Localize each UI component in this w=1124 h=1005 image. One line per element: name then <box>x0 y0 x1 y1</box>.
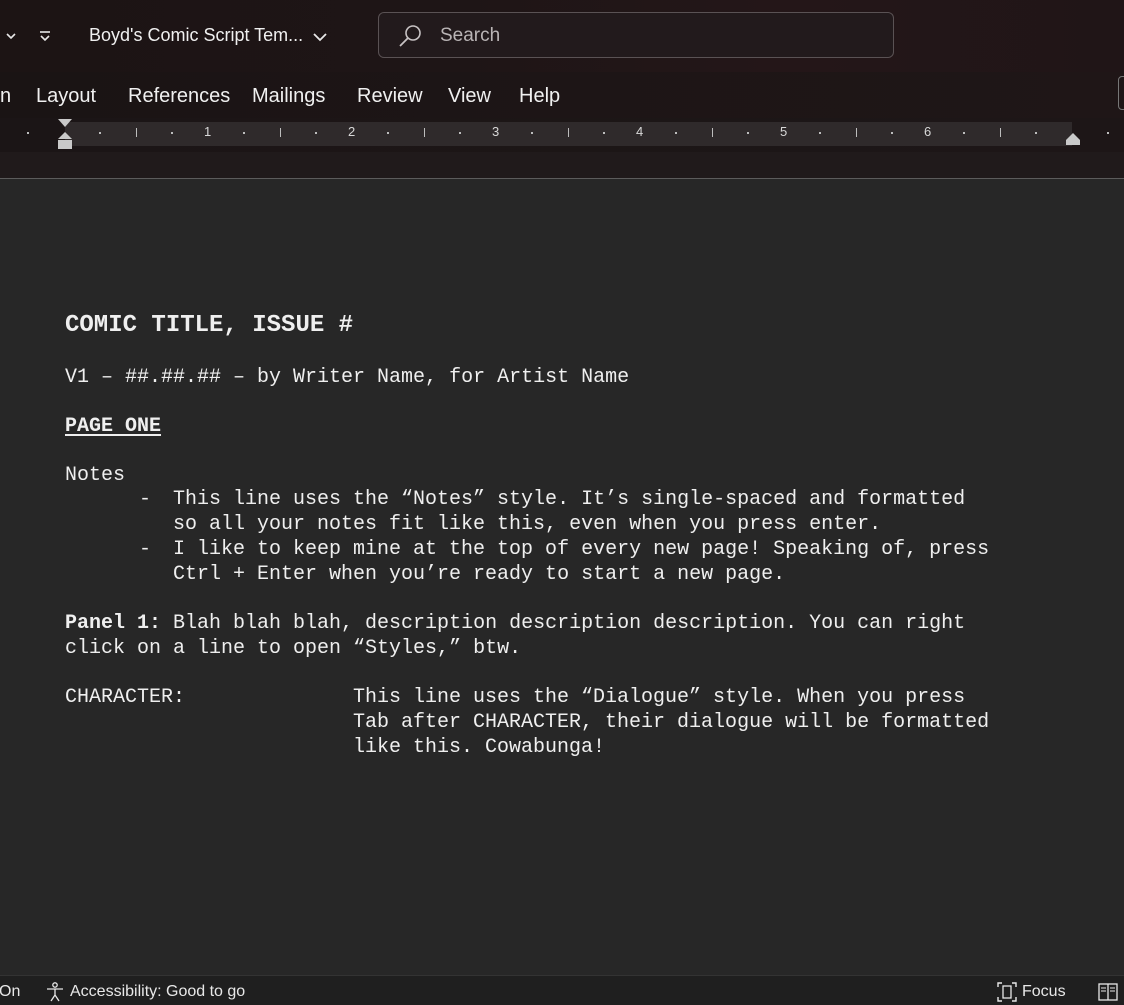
customize-quick-access-icon[interactable] <box>38 26 52 46</box>
doc-byline[interactable]: V1 – ##.##.## – by Writer Name, for Arti… <box>65 365 629 390</box>
note-line[interactable]: I like to keep mine at the top of every … <box>173 537 989 562</box>
tab-references[interactable]: References <box>128 85 230 108</box>
ruler-tick <box>136 128 137 137</box>
ruler-tick <box>459 132 461 134</box>
ruler-tick <box>963 132 965 134</box>
tab-review[interactable]: Review <box>357 85 423 108</box>
tab-view[interactable]: View <box>448 85 491 108</box>
panel-label: Panel 1: <box>65 612 162 635</box>
tab-help[interactable]: Help <box>519 85 560 108</box>
ruler-tick <box>27 132 29 134</box>
title-bar: Boyd's Comic Script Tem... Search <box>0 0 1124 72</box>
search-icon <box>399 25 421 47</box>
ruler-tick <box>568 128 569 137</box>
status-fragment[interactable]: On <box>0 983 20 1001</box>
read-mode-icon[interactable] <box>1097 981 1119 1003</box>
panel-description: Blah blah blah, description description … <box>161 612 966 635</box>
ruler-tick <box>675 132 677 134</box>
focus-button[interactable]: Focus <box>1022 983 1066 1001</box>
ruler-tick <box>243 132 245 134</box>
panel-line[interactable]: Panel 1: Blah blah blah, description des… <box>65 611 965 636</box>
notes-label[interactable]: Notes <box>65 463 125 488</box>
note-line[interactable]: Ctrl + Enter when you’re ready to start … <box>173 562 785 587</box>
ruler-tick <box>712 128 713 137</box>
accessibility-status[interactable]: Accessibility: Good to go <box>70 983 245 1001</box>
chevron-down-icon[interactable] <box>311 28 329 46</box>
note-line[interactable]: so all your notes fit like this, even wh… <box>173 512 881 537</box>
bullet-dash: - <box>139 488 152 511</box>
dialogue-line[interactable]: like this. Cowabunga! <box>353 735 605 760</box>
dialogue-line[interactable]: Tab after CHARACTER, their dialogue will… <box>353 710 989 735</box>
panel-line[interactable]: click on a line to open “Styles,” btw. <box>65 636 521 661</box>
ruler-number: 6 <box>924 124 932 139</box>
ruler-number: 2 <box>348 124 356 139</box>
tab-layout[interactable]: Layout <box>36 85 96 108</box>
search-placeholder: Search <box>440 25 501 46</box>
ruler-tick <box>315 132 317 134</box>
ruler-tick <box>1107 132 1109 134</box>
tab-partial[interactable]: n <box>0 85 11 108</box>
ruler-tick <box>280 128 281 137</box>
ruler-tick <box>99 132 101 134</box>
character-name[interactable]: CHARACTER: <box>65 685 185 710</box>
focus-icon[interactable] <box>996 981 1018 1003</box>
status-bar: On Accessibility: Good to go Focus <box>0 975 1124 1005</box>
page-heading[interactable]: PAGE ONE <box>65 414 161 439</box>
chevron-down-icon[interactable] <box>4 26 18 46</box>
ruler-tick <box>819 132 821 134</box>
note-line[interactable]: This line uses the “Notes” style. It’s s… <box>173 487 965 512</box>
ruler-tick <box>747 132 749 134</box>
ruler-number: 4 <box>636 124 644 139</box>
ruler-bottom-strip <box>0 152 1124 178</box>
document-canvas[interactable]: COMIC TITLE, ISSUE # V1 – ##.##.## – by … <box>0 179 1124 975</box>
ruler-tick <box>603 132 605 134</box>
left-indent-marker[interactable] <box>57 118 73 152</box>
ruler-number: 5 <box>780 124 788 139</box>
ruler-tick <box>1000 128 1001 137</box>
ribbon-right-button[interactable] <box>1118 76 1124 110</box>
right-indent-marker[interactable] <box>1065 132 1081 146</box>
tab-mailings[interactable]: Mailings <box>252 85 325 108</box>
ruler-number: 3 <box>492 124 500 139</box>
ruler-tick <box>424 128 425 137</box>
document-title[interactable]: Boyd's Comic Script Tem... <box>89 25 303 46</box>
ruler-tick <box>531 132 533 134</box>
ruler-number: 1 <box>204 124 212 139</box>
ribbon-tabs: n Layout References Mailings Review View… <box>0 72 1124 118</box>
doc-title[interactable]: COMIC TITLE, ISSUE # <box>65 313 353 338</box>
search-box[interactable]: Search <box>378 12 894 58</box>
ruler-tick <box>387 132 389 134</box>
accessibility-icon[interactable] <box>44 981 66 1003</box>
ruler-tick <box>891 132 893 134</box>
dialogue-line[interactable]: This line uses the “Dialogue” style. Whe… <box>353 685 965 710</box>
ruler-tick <box>1035 132 1037 134</box>
bullet-dash: - <box>139 538 152 561</box>
ruler-tick <box>856 128 857 137</box>
ruler-tick <box>171 132 173 134</box>
